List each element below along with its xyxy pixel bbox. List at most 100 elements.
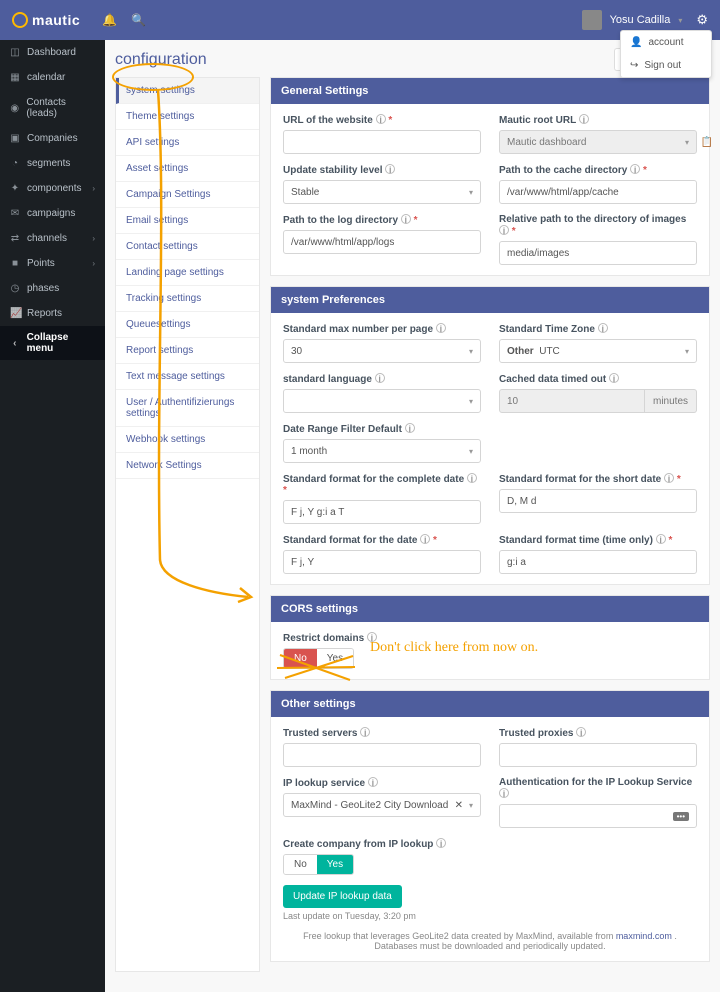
maxnum-select[interactable]: 30▾ xyxy=(283,339,481,363)
nav-dashboard[interactable]: ◫Dashboard xyxy=(0,40,105,65)
menu-account[interactable]: 👤account xyxy=(621,31,711,54)
auth-input[interactable]: ••• xyxy=(499,804,697,828)
toggle-no[interactable]: No xyxy=(284,649,317,668)
help-icon[interactable]: i xyxy=(368,777,378,787)
nav-contacts-leads-[interactable]: ◉Contacts (leads) xyxy=(0,90,105,126)
toggle-no[interactable]: No xyxy=(284,855,317,874)
help-icon[interactable]: i xyxy=(436,323,446,333)
update-ip-button[interactable]: Update IP lookup data xyxy=(283,885,402,908)
menu-signout[interactable]: ↪Sign out xyxy=(621,54,711,77)
help-icon[interactable]: i xyxy=(499,225,509,235)
setnav-email-settings[interactable]: Email settings xyxy=(116,208,259,234)
setnav-api-settings[interactable]: API settings xyxy=(116,130,259,156)
setnav-campaign-settings[interactable]: Campaign Settings xyxy=(116,182,259,208)
setnav-report-settings[interactable]: Report settings xyxy=(116,338,259,364)
help-icon[interactable]: i xyxy=(598,323,608,333)
log-input[interactable]: /var/www/html/app/logs xyxy=(283,230,481,254)
help-icon[interactable]: i xyxy=(436,838,446,848)
setnav-text-message-settings[interactable]: Text message settings xyxy=(116,364,259,390)
panel-head-prefs: system Preferences xyxy=(271,287,709,313)
setnav-landing-page-settings[interactable]: Landing page settings xyxy=(116,260,259,286)
fmt-short-input[interactable]: D, M d xyxy=(499,489,697,513)
help-icon[interactable]: i xyxy=(579,114,589,124)
daterange-select[interactable]: 1 month▾ xyxy=(283,439,481,463)
search-icon[interactable]: 🔍 xyxy=(131,13,146,27)
trusted-servers-input[interactable] xyxy=(283,743,481,767)
nav-icon: ◷ xyxy=(10,283,20,294)
chevron-right-icon: › xyxy=(92,234,95,243)
collapse-menu[interactable]: ‹Collapse menu xyxy=(0,326,105,360)
nav-channels[interactable]: ⇄channels› xyxy=(0,226,105,251)
nav-icon: ◉ xyxy=(10,103,19,114)
ip-service-select[interactable]: MaxMind - GeoLite2 City Download✕▾ xyxy=(283,793,481,817)
stability-select[interactable]: Stable▾ xyxy=(283,180,481,204)
help-icon[interactable]: i xyxy=(576,727,586,737)
user-name[interactable]: Yosu Cadilla xyxy=(610,14,671,26)
help-icon[interactable]: i xyxy=(467,473,477,483)
user-icon: 👤 xyxy=(630,37,642,48)
user-dropdown: 👤account ↪Sign out xyxy=(620,30,712,78)
page-title: configuration xyxy=(115,51,207,69)
setnav-theme-settings[interactable]: Theme settings xyxy=(116,104,259,130)
signout-icon: ↪ xyxy=(630,60,638,71)
url-input[interactable]: 📋 xyxy=(283,130,481,154)
cache-timeout-input[interactable]: 10 xyxy=(499,389,645,413)
restrict-toggle[interactable]: No Yes xyxy=(283,648,354,669)
setnav-network-settings[interactable]: Network Settings xyxy=(116,453,259,479)
help-icon[interactable]: i xyxy=(664,473,674,483)
chevron-right-icon: › xyxy=(92,184,95,193)
setnav-asset-settings[interactable]: Asset settings xyxy=(116,156,259,182)
tz-select[interactable]: Other UTC▾ xyxy=(499,339,697,363)
maxmind-link[interactable]: maxmind.com xyxy=(616,931,672,941)
last-update-text: Last update on Tuesday, 3:20 pm xyxy=(283,911,481,921)
toggle-yes[interactable]: Yes xyxy=(317,649,353,668)
images-input[interactable]: media/images xyxy=(499,241,697,265)
nav-points[interactable]: ■Points› xyxy=(0,251,105,276)
panel-head-other: Other settings xyxy=(271,691,709,717)
setnav-system-settings[interactable]: system settings xyxy=(116,78,259,104)
help-icon[interactable]: i xyxy=(630,164,640,174)
chevron-left-icon: ‹ xyxy=(10,338,20,349)
help-icon[interactable]: i xyxy=(609,373,619,383)
nav-campaigns[interactable]: ✉campaigns xyxy=(0,201,105,226)
help-icon[interactable]: i xyxy=(360,727,370,737)
lang-select[interactable]: ▾ xyxy=(283,389,481,413)
nav-components[interactable]: ✦components› xyxy=(0,176,105,201)
nav-phases[interactable]: ◷phases xyxy=(0,276,105,301)
cache-input[interactable]: /var/www/html/app/cache xyxy=(499,180,697,204)
clipboard-icon[interactable]: 📋 xyxy=(701,137,713,148)
setnav-tracking-settings[interactable]: Tracking settings xyxy=(116,286,259,312)
fmt-date-input[interactable]: F j, Y xyxy=(283,550,481,574)
setnav-contact-settings[interactable]: Contact settings xyxy=(116,234,259,260)
setnav-queuesettings[interactable]: Queuesettings xyxy=(116,312,259,338)
bell-icon[interactable]: 🔔 xyxy=(102,13,117,27)
help-icon[interactable]: i xyxy=(499,788,509,798)
gear-icon[interactable]: ⚙ xyxy=(696,12,708,28)
setnav-webhook-settings[interactable]: Webhook settings xyxy=(116,427,259,453)
help-icon[interactable]: i xyxy=(656,534,666,544)
help-icon[interactable]: i xyxy=(376,114,386,124)
clear-icon[interactable]: ✕ xyxy=(455,800,463,811)
nav-calendar[interactable]: ▦calendar xyxy=(0,65,105,90)
fmt-time-input[interactable]: g:i a xyxy=(499,550,697,574)
chevron-right-icon: › xyxy=(92,259,95,268)
help-icon[interactable]: i xyxy=(367,632,377,642)
nav-reports[interactable]: 📈Reports xyxy=(0,301,105,326)
help-icon[interactable]: i xyxy=(385,164,395,174)
lbl-root: Mautic root URL i xyxy=(499,114,697,126)
help-icon[interactable]: i xyxy=(375,373,385,383)
help-icon[interactable]: i xyxy=(401,214,411,224)
create-company-toggle[interactable]: No Yes xyxy=(283,854,354,875)
nav-segments[interactable]: ◔segments xyxy=(0,151,105,176)
trusted-proxies-input[interactable] xyxy=(499,743,697,767)
brand-name: mautic xyxy=(32,12,80,28)
fmt-full-input[interactable]: F j, Y g:i a T xyxy=(283,500,481,524)
avatar[interactable] xyxy=(582,10,602,30)
root-select[interactable]: Mautic dashboard▾ xyxy=(499,130,697,154)
toggle-yes[interactable]: Yes xyxy=(317,855,353,874)
help-icon[interactable]: i xyxy=(420,534,430,544)
setnav-user-authentifizierungs-settings[interactable]: User / Authentifizierungs settings xyxy=(116,390,259,427)
nav-companies[interactable]: ▣Companies xyxy=(0,126,105,151)
chevron-down-icon[interactable]: ▾ xyxy=(678,16,682,25)
help-icon[interactable]: i xyxy=(405,423,415,433)
